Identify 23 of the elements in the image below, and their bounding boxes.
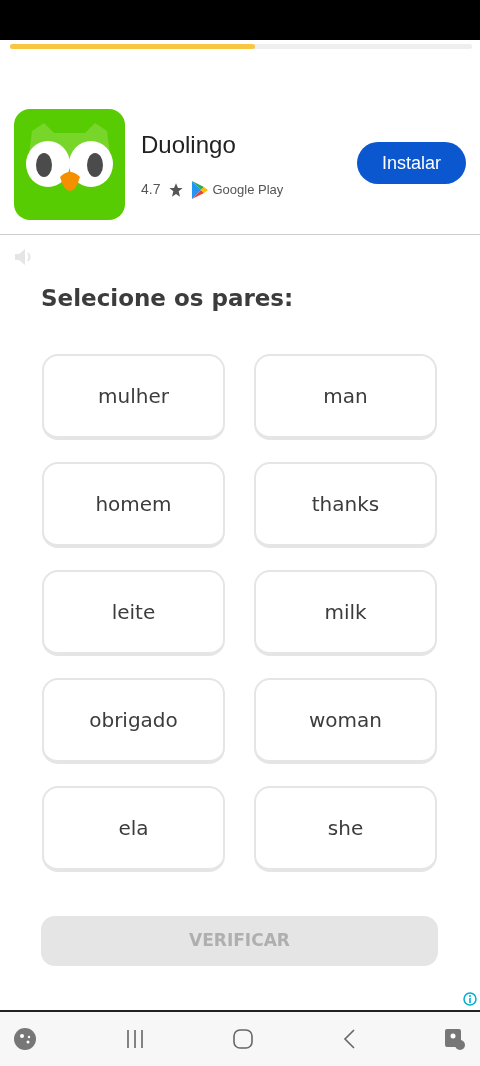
word-tile[interactable]: mulher bbox=[42, 353, 225, 440]
recent-apps-icon[interactable] bbox=[124, 1028, 145, 1050]
word-tile[interactable]: milk bbox=[254, 569, 437, 656]
word-tile[interactable]: leite bbox=[42, 569, 225, 656]
word-tile[interactable]: ela bbox=[42, 785, 225, 872]
rating: 4.7 bbox=[141, 180, 161, 199]
word-tile[interactable]: thanks bbox=[254, 461, 437, 548]
home-icon[interactable] bbox=[233, 1029, 253, 1049]
install-button[interactable]: Instalar bbox=[357, 142, 466, 184]
word-tile[interactable]: man bbox=[254, 353, 437, 440]
app-name: Duolingo bbox=[141, 130, 237, 160]
question-title: Selecione os pares: bbox=[41, 284, 295, 313]
play-store-icon bbox=[192, 180, 209, 199]
store-name: Google Play bbox=[212, 180, 284, 199]
game-icon[interactable] bbox=[14, 1028, 36, 1050]
star-icon bbox=[168, 181, 185, 198]
back-icon[interactable] bbox=[341, 1028, 356, 1050]
owl-icon bbox=[14, 109, 125, 220]
word-tile[interactable]: obrigado bbox=[42, 677, 225, 764]
word-tile[interactable]: homem bbox=[42, 461, 225, 548]
word-tile[interactable]: woman bbox=[254, 677, 437, 764]
word-tile[interactable]: she bbox=[254, 785, 437, 872]
info-icon[interactable] bbox=[463, 991, 477, 1006]
